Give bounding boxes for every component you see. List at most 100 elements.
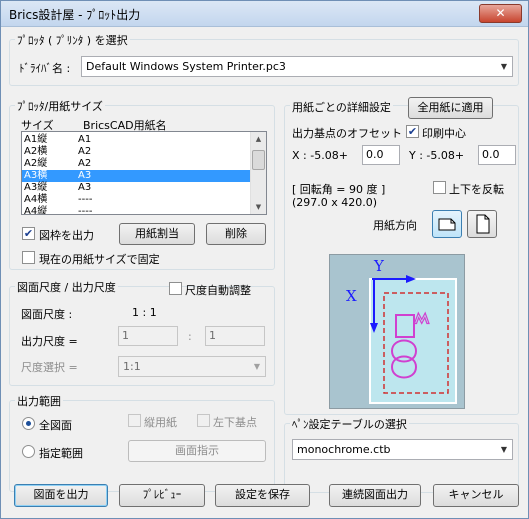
lower-left-label: 左下基点 bbox=[213, 416, 257, 429]
close-button[interactable]: ✕ bbox=[479, 4, 522, 23]
output-scale-sep: : bbox=[188, 330, 192, 343]
landscape-page-icon bbox=[438, 218, 456, 231]
scroll-thumb[interactable] bbox=[252, 150, 265, 170]
details-group-title: 用紙ごとの詳細設定 bbox=[290, 99, 393, 115]
vertical-paper-checkbox[interactable] bbox=[128, 414, 141, 427]
list-item-cad: A3 bbox=[78, 170, 92, 181]
preview-x-label: X bbox=[346, 287, 357, 305]
list-item-cad: ---- bbox=[78, 194, 93, 205]
chevron-down-icon: ▼ bbox=[253, 362, 261, 371]
list-item[interactable]: A1縦 A1 bbox=[22, 134, 250, 146]
offset-label: 出力基点のオフセット : bbox=[292, 127, 410, 140]
output-scale-label: 出力尺度 = bbox=[21, 335, 78, 348]
list-item-size: A2横 bbox=[24, 146, 48, 157]
driver-select[interactable]: Default Windows System Printer.pc3 ▼ bbox=[81, 56, 513, 77]
batch-plot-button[interactable]: 連続図面出力 bbox=[329, 484, 421, 507]
pen-table-select[interactable]: monochrome.ctb ▼ bbox=[292, 439, 513, 460]
list-item-size: A1縦 bbox=[24, 134, 48, 145]
preview-button[interactable]: ﾌﾟﾚﾋﾞｭｰ bbox=[119, 484, 205, 507]
pen-table-value: monochrome.ctb bbox=[297, 443, 391, 456]
orientation-label: 用紙方向 bbox=[373, 219, 417, 232]
apply-all-button[interactable]: 全用紙に適用 bbox=[408, 97, 493, 119]
range-specified-label: 指定範囲 bbox=[39, 447, 83, 460]
lower-left-checkbox[interactable] bbox=[197, 414, 210, 427]
check-icon: ✔ bbox=[23, 227, 34, 240]
range-group-title: 出力範囲 bbox=[15, 393, 63, 409]
list-item-size: A3横 bbox=[24, 170, 48, 181]
delete-button[interactable]: 削除 bbox=[206, 223, 266, 245]
list-item[interactable]: A2横 A2 bbox=[22, 146, 250, 158]
paper-list[interactable]: A1縦 A1 A2横 A2 A2縦 A2 A3横 A3 A3縦 A3 A4横 ---- A4縦 ---- … bbox=[21, 131, 267, 215]
check-icon: ✔ bbox=[407, 125, 418, 138]
list-item[interactable]: A4縦 ---- bbox=[22, 206, 250, 215]
save-settings-button[interactable]: 設定を保存 bbox=[215, 484, 310, 507]
x-offset-label: X : -5.08+ bbox=[292, 149, 348, 162]
output-scale-right[interactable]: 1 bbox=[205, 326, 265, 346]
list-item[interactable]: A4横 ---- bbox=[22, 194, 250, 206]
preview-canvas: Y X ᓫ bbox=[346, 257, 457, 404]
print-center-label: 印刷中心 bbox=[422, 127, 466, 140]
drawing-scale-label: 図面尺度 : bbox=[21, 308, 73, 321]
drawing-scale-value: 1 : 1 bbox=[132, 306, 157, 319]
range-all-label: 全図面 bbox=[39, 419, 72, 432]
orientation-landscape-button[interactable] bbox=[432, 210, 462, 238]
plot-button[interactable]: 図面を出力 bbox=[14, 484, 108, 507]
list-item[interactable]: A2縦 A2 bbox=[22, 158, 250, 170]
scale-select-value: 1:1 bbox=[123, 360, 141, 373]
output-scale-left[interactable]: 1 bbox=[118, 326, 178, 346]
screen-pick-button[interactable]: 画面指示 bbox=[128, 440, 266, 462]
plotter-group-title: ﾌﾟﾛｯﾀ ( ﾌﾟﾘﾝﾀ ) を選択 bbox=[15, 32, 130, 48]
list-item-cad: A2 bbox=[78, 146, 92, 157]
flip-label: 上下を反転 bbox=[449, 183, 504, 196]
paper-list-scrollbar[interactable]: ▲ ▼ bbox=[250, 132, 266, 214]
preview-y-label: Y bbox=[373, 257, 385, 275]
dialog-body: ﾌﾟﾛｯﾀ ( ﾌﾟﾘﾝﾀ ) を選択 ﾄﾞﾗｲﾊﾞ名 : Default Wi… bbox=[1, 28, 528, 518]
orientation-portrait-button[interactable] bbox=[467, 210, 497, 238]
range-all-radio[interactable] bbox=[22, 417, 35, 430]
list-item-size: A4縦 bbox=[24, 206, 48, 215]
driver-label: ﾄﾞﾗｲﾊﾞ名 : bbox=[19, 62, 71, 75]
fix-size-checkbox[interactable] bbox=[22, 251, 35, 264]
x-offset-input[interactable]: 0.0 bbox=[362, 145, 400, 165]
scale-select[interactable]: 1:1 ▼ bbox=[118, 356, 266, 377]
auto-scale-checkbox[interactable] bbox=[169, 282, 182, 295]
frame-label: 図枠を出力 bbox=[39, 229, 94, 242]
list-item-size: A2縦 bbox=[24, 158, 48, 169]
preview-paper bbox=[369, 278, 457, 404]
rotation-text: [ 回転角 = 90 度 ] bbox=[292, 183, 386, 196]
list-item-cad: ---- bbox=[78, 206, 93, 215]
portrait-page-icon bbox=[476, 214, 490, 234]
plot-dialog: Brics設計屋 - ﾌﾟﾛｯﾄ出力 ✕ ﾌﾟﾛｯﾀ ( ﾌﾟﾘﾝﾀ ) を選択… bbox=[0, 0, 529, 519]
paper-size-text: (297.0 x 420.0) bbox=[292, 196, 378, 209]
auto-scale-label: 尺度自動調整 bbox=[185, 284, 251, 297]
plot-preview: Y X ᓫ bbox=[329, 254, 465, 409]
scroll-up-icon[interactable]: ▲ bbox=[251, 132, 266, 146]
scale-group-title: 図面尺度 / 出力尺度 bbox=[15, 279, 118, 295]
title-bar[interactable]: Brics設計屋 - ﾌﾟﾛｯﾄ出力 ✕ bbox=[1, 1, 528, 27]
chevron-down-icon: ▼ bbox=[500, 445, 508, 454]
list-item[interactable]: A3横 A3 bbox=[22, 170, 250, 182]
scale-select-label: 尺度選択 = bbox=[21, 361, 78, 374]
fix-size-label: 現在の用紙サイズで固定 bbox=[39, 253, 160, 266]
list-item-size: A3縦 bbox=[24, 182, 48, 193]
range-specified-radio[interactable] bbox=[22, 445, 35, 458]
cancel-button[interactable]: キャンセル bbox=[433, 484, 519, 507]
scroll-down-icon[interactable]: ▼ bbox=[251, 200, 266, 214]
vertical-paper-label: 縦用紙 bbox=[144, 416, 177, 429]
list-item-cad: A3 bbox=[78, 182, 92, 193]
pen-group-title: ﾍﾟﾝ設定テーブルの選択 bbox=[290, 416, 409, 432]
list-item[interactable]: A3縦 A3 bbox=[22, 182, 250, 194]
y-offset-input[interactable]: 0.0 bbox=[478, 145, 516, 165]
list-item-size: A4横 bbox=[24, 194, 48, 205]
assign-paper-button[interactable]: 用紙割当 bbox=[119, 223, 195, 245]
list-item-cad: A1 bbox=[78, 134, 92, 145]
driver-value: Default Windows System Printer.pc3 bbox=[86, 60, 286, 73]
window-title: Brics設計屋 - ﾌﾟﾛｯﾄ出力 bbox=[9, 8, 141, 22]
paper-group-title: ﾌﾟﾛｯﾀ/用紙サイズ bbox=[15, 98, 105, 114]
y-offset-label: Y : -5.08+ bbox=[409, 149, 465, 162]
chevron-down-icon: ▼ bbox=[500, 62, 508, 71]
print-center-checkbox[interactable]: ✔ bbox=[406, 125, 419, 138]
flip-checkbox[interactable] bbox=[433, 181, 446, 194]
frame-checkbox[interactable]: ✔ bbox=[22, 227, 35, 240]
list-item-cad: A2 bbox=[78, 158, 92, 169]
